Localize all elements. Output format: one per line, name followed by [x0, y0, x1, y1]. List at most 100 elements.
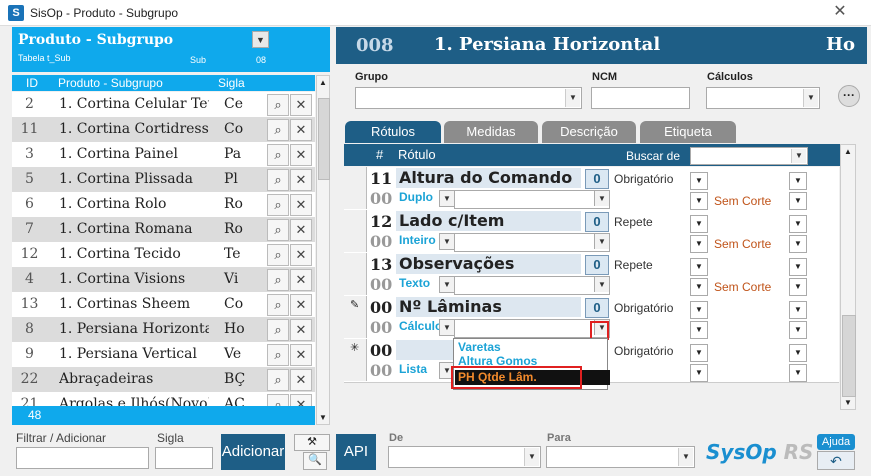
rotulo-field[interactable]: Lado c/Item [396, 211, 581, 231]
tab-medidas[interactable]: Medidas [444, 121, 538, 143]
count-box[interactable]: 0 [585, 212, 609, 232]
sigla-input[interactable] [155, 447, 213, 469]
chevron-down-icon[interactable]: ▼ [690, 235, 708, 253]
chevron-down-icon[interactable]: ▼ [252, 31, 269, 48]
chevron-down-icon[interactable]: ▼ [789, 215, 807, 233]
edit-icon[interactable]: ⌕ [267, 344, 289, 366]
ncm-input[interactable] [591, 87, 690, 109]
chevron-down-icon[interactable]: ▼ [690, 258, 708, 276]
right-scrollbar[interactable]: ▲ ▼ [840, 144, 856, 410]
table-row[interactable]: 4 1. Cortina Visions Vi ⌕ ✕ [12, 267, 315, 292]
type-select[interactable]: Duplo ▼ [396, 190, 455, 207]
table-row[interactable]: 12 1. Cortina Tecido Te ⌕ ✕ [12, 242, 315, 267]
rotulo-row[interactable]: 12 00 Lado c/Item Inteiro ▼ ▼ 0 Repete ▼ ▼ ▼ ▼ Sem C… [344, 210, 839, 254]
scroll-up-icon[interactable]: ▲ [844, 147, 852, 156]
edit-icon[interactable]: ⌕ [267, 94, 289, 116]
rotulo-row[interactable]: 11 00 Altura do Comando Duplo ▼ ▼ 0 Obrigatório… [344, 167, 839, 211]
chevron-down-icon[interactable]: ▼ [690, 321, 708, 339]
dropdown-option[interactable]: Varetas [458, 340, 501, 354]
edit-icon[interactable]: ⌕ [267, 169, 289, 191]
rotulo-field[interactable]: Nº Lâminas [396, 297, 581, 317]
delete-icon[interactable]: ✕ [290, 144, 312, 166]
rotulo-row[interactable]: 13 00 Observações Texto ▼ ▼ 0 Repete ▼ ▼ ▼ ▼ Sem Cor… [344, 253, 839, 297]
chevron-down-icon[interactable]: ▼ [690, 278, 708, 296]
help-button[interactable]: Ajuda [817, 434, 855, 450]
chevron-down-icon[interactable]: ▼ [690, 172, 708, 190]
type-select[interactable]: Texto ▼ [396, 276, 455, 293]
table-row[interactable]: 9 1. Persiana Vertical Ve ⌕ ✕ [12, 342, 315, 367]
scroll-down-icon[interactable]: ▼ [844, 398, 852, 407]
source-select[interactable]: ▼ [454, 319, 610, 338]
left-scrollbar[interactable]: ▲ ▼ [316, 75, 330, 425]
delete-icon[interactable]: ✕ [290, 319, 312, 341]
type-select[interactable]: Cálculo ▼ [396, 319, 455, 336]
delete-icon[interactable]: ✕ [290, 94, 312, 116]
preview-icon[interactable]: 🔍 [303, 452, 327, 470]
de-select[interactable]: ▼ [388, 446, 541, 468]
chevron-down-icon[interactable]: ▼ [690, 215, 708, 233]
delete-icon[interactable]: ✕ [290, 244, 312, 266]
delete-icon[interactable]: ✕ [290, 119, 312, 141]
chevron-down-icon[interactable]: ▼ [789, 258, 807, 276]
tab-descricao[interactable]: Descrição [542, 121, 636, 143]
delete-icon[interactable]: ✕ [290, 169, 312, 191]
table-row[interactable]: 3 1. Cortina Painel Pa ⌕ ✕ [12, 142, 315, 167]
chevron-down-icon[interactable]: ▼ [690, 301, 708, 319]
more-options-icon[interactable]: ··· [838, 85, 860, 107]
edit-icon[interactable]: ⌕ [267, 269, 289, 291]
chevron-down-icon[interactable]: ▼ [789, 301, 807, 319]
para-select[interactable]: ▼ [546, 446, 695, 468]
table-row[interactable]: 7 1. Cortina Romana Ro ⌕ ✕ [12, 217, 315, 242]
calculos-select[interactable]: ▼ [706, 87, 820, 109]
chevron-down-icon[interactable]: ▼ [789, 344, 807, 362]
tab-etiqueta[interactable]: Etiqueta [640, 121, 736, 143]
chevron-down-icon[interactable]: ▼ [439, 276, 455, 293]
table-row[interactable]: 13 1. Cortinas Sheem Co ⌕ ✕ [12, 292, 315, 317]
chevron-down-icon[interactable]: ▼ [789, 364, 807, 382]
chevron-down-icon[interactable]: ▼ [690, 344, 708, 362]
edit-icon[interactable]: ⌕ [267, 119, 289, 141]
source-select[interactable]: ▼ [454, 276, 610, 295]
chevron-down-icon[interactable]: ▼ [690, 364, 708, 382]
table-row[interactable]: 11 1. Cortina Cortidress Co ⌕ ✕ [12, 117, 315, 142]
tools-icon[interactable]: ⚒ [294, 434, 330, 451]
grupo-select[interactable]: ▼ [355, 87, 582, 109]
edit-icon[interactable]: ⌕ [267, 319, 289, 341]
add-button[interactable]: Adicionar [221, 434, 285, 470]
table-row[interactable]: 6 1. Cortina Rolo Ro ⌕ ✕ [12, 192, 315, 217]
chevron-down-icon[interactable]: ▼ [439, 233, 455, 250]
source-select[interactable]: ▼ [454, 190, 610, 209]
scroll-thumb[interactable] [842, 315, 856, 397]
count-box[interactable]: 0 [585, 298, 609, 318]
delete-icon[interactable]: ✕ [290, 219, 312, 241]
count-box[interactable]: 0 [585, 255, 609, 275]
edit-icon[interactable]: ⌕ [267, 244, 289, 266]
rotulo-field[interactable]: Observações [396, 254, 581, 274]
scroll-down-icon[interactable]: ▼ [319, 413, 327, 422]
type-select[interactable]: Inteiro ▼ [396, 233, 455, 250]
rotulo-field[interactable]: Altura do Comando [396, 168, 581, 188]
edit-icon[interactable]: ⌕ [267, 194, 289, 216]
table-row[interactable]: 2 1. Cortina Celular Tet Ce ⌕ ✕ [12, 92, 315, 117]
dropdown-option[interactable]: Altura Gomos [458, 354, 537, 365]
chevron-down-icon[interactable]: ▼ [789, 192, 807, 210]
chevron-down-icon[interactable]: ▼ [789, 172, 807, 190]
chevron-down-icon[interactable]: ▼ [789, 235, 807, 253]
delete-icon[interactable]: ✕ [290, 269, 312, 291]
buscar-select[interactable]: ▼ [690, 147, 808, 165]
source-select[interactable]: ▼ [454, 233, 610, 252]
count-box[interactable]: 0 [585, 169, 609, 189]
undo-icon[interactable]: ↶ [817, 451, 855, 470]
delete-icon[interactable]: ✕ [290, 194, 312, 216]
scroll-up-icon[interactable]: ▲ [319, 78, 327, 87]
chevron-down-icon[interactable]: ▼ [439, 190, 455, 207]
chevron-down-icon[interactable]: ▼ [789, 321, 807, 339]
api-button[interactable]: API [336, 434, 376, 470]
delete-icon[interactable]: ✕ [290, 369, 312, 391]
chevron-down-icon[interactable]: ▼ [690, 192, 708, 210]
type-select[interactable]: Lista ▼ [396, 362, 455, 379]
scroll-thumb[interactable] [318, 98, 330, 180]
delete-icon[interactable]: ✕ [290, 294, 312, 316]
table-row[interactable]: 22 Abraçadeiras BÇ ⌕ ✕ [12, 367, 315, 392]
edit-icon[interactable]: ⌕ [267, 144, 289, 166]
